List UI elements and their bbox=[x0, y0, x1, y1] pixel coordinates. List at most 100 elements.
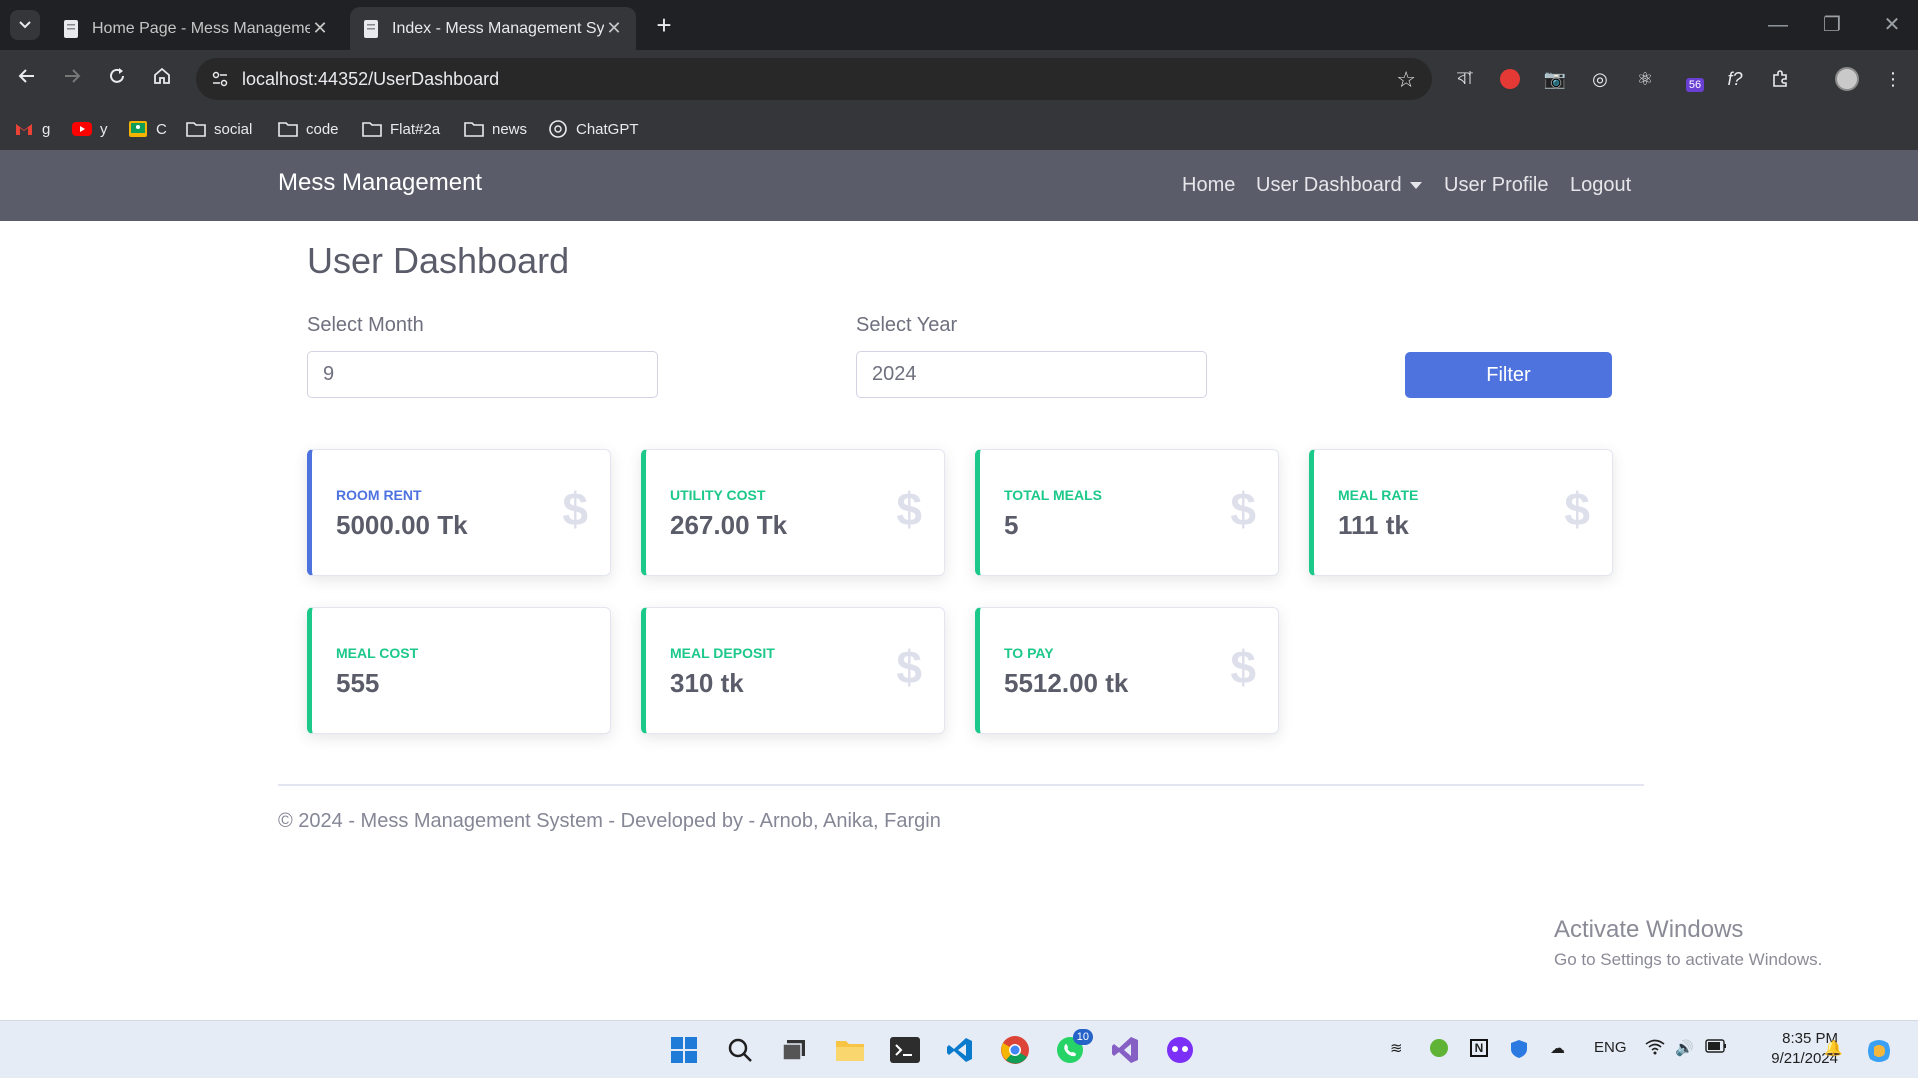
forward-button[interactable] bbox=[57, 64, 87, 94]
new-tab-button[interactable]: + bbox=[650, 10, 678, 40]
site-info-icon[interactable] bbox=[210, 69, 230, 89]
tab-home-page[interactable]: Home Page - Mess Managemen ✕ bbox=[50, 7, 342, 50]
terminal-icon[interactable] bbox=[888, 1033, 922, 1067]
whatsapp-icon[interactable]: 10 bbox=[1053, 1029, 1093, 1067]
minimize-button[interactable]: — bbox=[1758, 8, 1798, 42]
home-button[interactable] bbox=[147, 64, 177, 94]
utorrent-icon[interactable] bbox=[1430, 1039, 1448, 1061]
bookmark-label: news bbox=[492, 120, 528, 138]
battery-icon[interactable] bbox=[1705, 1039, 1727, 1057]
reload-button[interactable] bbox=[102, 64, 132, 94]
tab-label: Index - Mess Management Syst bbox=[392, 19, 604, 37]
vscode-icon[interactable] bbox=[943, 1033, 977, 1067]
card-room-rent: Room Rent 5000.00 Tk $ bbox=[307, 449, 611, 576]
task-view-icon[interactable] bbox=[777, 1033, 811, 1067]
filter-button[interactable]: Filter bbox=[1405, 352, 1612, 398]
bookmark-label: social bbox=[214, 120, 253, 138]
gmail-icon bbox=[14, 120, 34, 138]
restore-button[interactable]: ❐ bbox=[1812, 8, 1852, 42]
profile-avatar-icon[interactable] bbox=[1834, 65, 1860, 93]
card-value: 5 bbox=[1004, 510, 1019, 540]
bookmark-folder-code[interactable]: code bbox=[278, 118, 339, 140]
react-devtools-icon[interactable]: ⚛ bbox=[1632, 65, 1658, 93]
close-icon[interactable]: ✕ bbox=[310, 18, 330, 39]
bookmark-gmail[interactable]: g bbox=[14, 118, 50, 140]
back-button[interactable] bbox=[12, 64, 42, 94]
card-value: 111 tk bbox=[1338, 510, 1409, 540]
red-extension-icon[interactable] bbox=[1497, 65, 1523, 93]
counter-extension-icon[interactable]: 56 bbox=[1682, 65, 1708, 93]
chrome-icon[interactable] bbox=[998, 1033, 1032, 1067]
activate-windows-watermark: Activate Windows Go to Settings to activ… bbox=[1554, 916, 1822, 970]
visual-studio-icon[interactable] bbox=[1108, 1033, 1142, 1067]
tab-search-button[interactable] bbox=[10, 10, 40, 40]
nav-user-dashboard[interactable]: User Dashboard bbox=[1256, 174, 1422, 197]
bookmark-label: code bbox=[306, 120, 339, 138]
month-input[interactable] bbox=[307, 351, 658, 398]
page-icon bbox=[64, 19, 78, 38]
youtube-icon bbox=[72, 120, 92, 138]
bookmark-folder-flat[interactable]: Flat#2a bbox=[362, 118, 440, 140]
bookmark-label: Flat#2a bbox=[390, 120, 441, 138]
arrow-left-icon bbox=[18, 69, 34, 83]
camera-icon[interactable]: 📷 bbox=[1542, 65, 1568, 93]
dollar-icon: $ bbox=[1230, 641, 1256, 693]
menu-kebab-icon[interactable]: ⋮ bbox=[1880, 65, 1906, 93]
tab-index[interactable]: Index - Mess Management Syst ✕ bbox=[350, 7, 636, 50]
dollar-icon: $ bbox=[896, 641, 922, 693]
year-label: Select Year bbox=[856, 314, 958, 336]
tray-app-icon[interactable]: ≋ bbox=[1390, 1039, 1403, 1057]
bangla-extension-icon[interactable]: বা bbox=[1452, 65, 1478, 93]
bookmark-folder-social[interactable]: social bbox=[186, 118, 252, 140]
bookmark-label: g bbox=[42, 120, 51, 138]
folder-icon bbox=[278, 120, 298, 138]
nav-user-profile[interactable]: User Profile bbox=[1444, 174, 1548, 197]
windows-taskbar: 10 ≋ N ☁ ENG 🔊 8:35 PM 9/21/2024 🔔 bbox=[0, 1020, 1918, 1078]
target-icon[interactable]: ◎ bbox=[1587, 65, 1613, 93]
search-icon[interactable] bbox=[723, 1033, 757, 1067]
language-indicator[interactable]: ENG bbox=[1594, 1039, 1627, 1056]
nav-logout[interactable]: Logout bbox=[1570, 174, 1631, 197]
year-input[interactable] bbox=[856, 351, 1207, 398]
dollar-icon: $ bbox=[1564, 483, 1590, 535]
watermark-subtitle: Go to Settings to activate Windows. bbox=[1554, 950, 1823, 969]
copilot-icon[interactable] bbox=[1866, 1039, 1892, 1067]
bookmark-classroom[interactable]: C bbox=[128, 118, 167, 140]
bookmark-folder-news[interactable]: news bbox=[464, 118, 527, 140]
card-value: 5512.00 tk bbox=[1004, 668, 1129, 698]
close-window-button[interactable]: ✕ bbox=[1872, 8, 1912, 42]
classroom-icon bbox=[128, 120, 148, 138]
onedrive-icon[interactable]: ☁ bbox=[1550, 1039, 1565, 1057]
function-extension-icon[interactable]: f? bbox=[1722, 65, 1748, 93]
page-icon bbox=[364, 19, 378, 38]
notification-bell-icon[interactable]: 🔔 bbox=[1824, 1039, 1843, 1057]
folder-icon bbox=[464, 120, 484, 138]
card-meal-deposit: Meal Deposit 310 tk $ bbox=[641, 607, 945, 734]
arrow-right-icon bbox=[65, 69, 81, 83]
browser-toolbar: localhost:44352/UserDashboard ☆ বা 📷 ◎ ⚛… bbox=[0, 50, 1918, 108]
start-windows-icon[interactable] bbox=[667, 1033, 701, 1067]
bookmark-chatgpt[interactable]: ChatGPT bbox=[548, 118, 639, 140]
card-utility-cost: Utility Cost 267.00 Tk $ bbox=[641, 449, 945, 576]
card-title: Meal Cost bbox=[336, 645, 419, 661]
wifi-icon[interactable] bbox=[1645, 1039, 1665, 1059]
close-icon[interactable]: ✕ bbox=[604, 18, 624, 39]
file-explorer-icon[interactable] bbox=[833, 1033, 867, 1067]
bookmark-star-icon[interactable]: ☆ bbox=[1396, 67, 1416, 93]
month-label: Select Month bbox=[307, 314, 424, 336]
app-navbar: Mess Management Home User Dashboard User… bbox=[0, 150, 1918, 221]
notion-icon[interactable]: N bbox=[1470, 1039, 1488, 1057]
address-bar[interactable]: localhost:44352/UserDashboard ☆ bbox=[196, 58, 1432, 100]
volume-icon[interactable]: 🔊 bbox=[1675, 1039, 1694, 1057]
card-meal-cost: Meal Cost 555 bbox=[307, 607, 611, 734]
app-brand[interactable]: Mess Management bbox=[278, 169, 482, 197]
app-mask-icon[interactable] bbox=[1163, 1033, 1197, 1067]
bookmarks-bar: g y C social code Flat#2a news ChatGPT bbox=[0, 108, 1918, 150]
bookmark-youtube[interactable]: y bbox=[72, 118, 108, 140]
nav-user-dashboard-label: User Dashboard bbox=[1256, 174, 1402, 196]
extension-badge: 56 bbox=[1685, 78, 1705, 92]
whatsapp-badge: 10 bbox=[1072, 1029, 1093, 1045]
extensions-puzzle-icon[interactable] bbox=[1767, 65, 1793, 93]
nav-home[interactable]: Home bbox=[1182, 174, 1235, 197]
security-shield-icon[interactable] bbox=[1510, 1039, 1528, 1063]
